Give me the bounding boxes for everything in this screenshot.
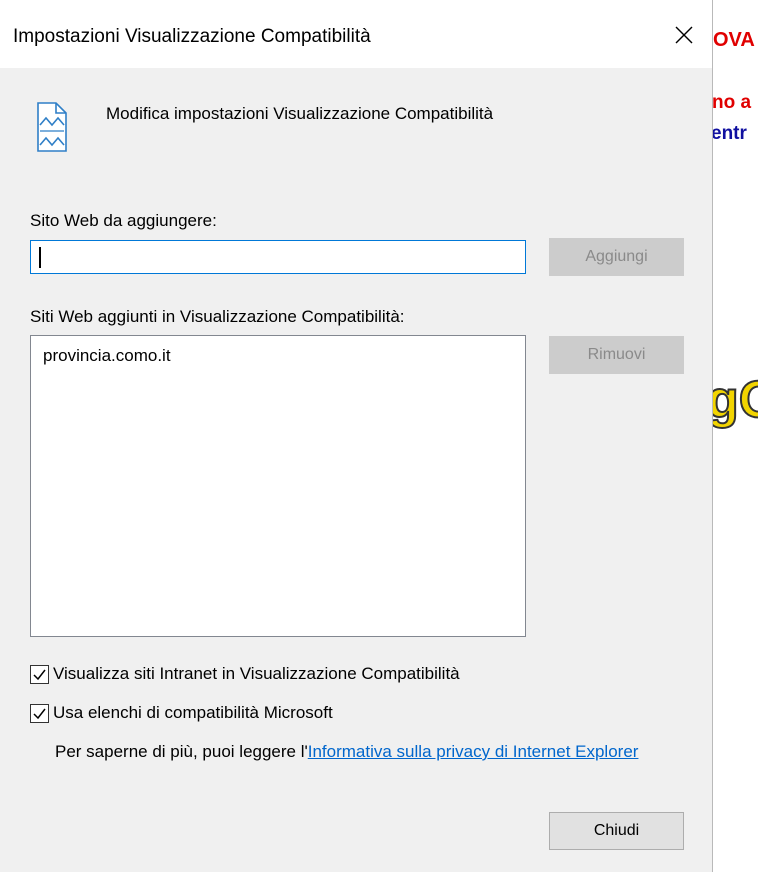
- dialog-title: Impostazioni Visualizzazione Compatibili…: [13, 26, 371, 47]
- compat-view-settings-dialog: Impostazioni Visualizzazione Compatibili…: [0, 0, 713, 872]
- background-text-blue: entr: [713, 123, 747, 144]
- add-button[interactable]: Aggiungi: [549, 238, 684, 276]
- site-url-input[interactable]: [30, 240, 526, 274]
- dialog-header-text: Modifica impostazioni Visualizzazione Co…: [106, 104, 494, 123]
- intranet-option-row[interactable]: Visualizza siti Intranet in Visualizzazi…: [30, 664, 460, 684]
- intranet-option-label[interactable]: Visualizza siti Intranet in Visualizzazi…: [53, 664, 460, 684]
- background-text-red-2: no a: [713, 92, 752, 113]
- close-icon: [675, 26, 693, 44]
- background-text-red-1: OVA: [713, 29, 755, 51]
- background-webpage: OVA no a entr gO: [713, 0, 758, 872]
- microsoft-lists-option-row[interactable]: Usa elenchi di compatibilità Microsoft: [30, 703, 333, 723]
- checkmark-icon: [33, 669, 46, 680]
- close-button[interactable]: [660, 14, 708, 56]
- privacy-policy-link[interactable]: Informativa sulla privacy di Internet Ex…: [308, 742, 639, 761]
- microsoft-lists-checkbox[interactable]: [30, 703, 49, 723]
- intranet-checkbox[interactable]: [30, 664, 49, 684]
- title-bar: Impostazioni Visualizzazione Compatibili…: [0, 0, 712, 68]
- checkmark-icon: [33, 708, 46, 719]
- remove-button[interactable]: Rimuovi: [549, 336, 684, 374]
- list-item[interactable]: provincia.como.it: [43, 346, 171, 366]
- privacy-info-text: Per saperne di più, puoi leggere l'Infor…: [55, 740, 695, 764]
- background-text-yellow: gO: [713, 370, 758, 430]
- close-dialog-button[interactable]: Chiudi: [549, 812, 684, 850]
- compat-view-page-icon: [37, 102, 67, 152]
- microsoft-lists-option-label[interactable]: Usa elenchi di compatibilità Microsoft: [53, 703, 333, 723]
- added-sites-label: Siti Web aggiunti in Visualizzazione Com…: [30, 307, 405, 326]
- text-caret: [39, 247, 41, 268]
- added-sites-listbox[interactable]: provincia.como.it: [30, 335, 526, 637]
- add-site-label: Sito Web da aggiungere:: [30, 211, 217, 230]
- privacy-info-prefix: Per saperne di più, puoi leggere l': [55, 742, 308, 761]
